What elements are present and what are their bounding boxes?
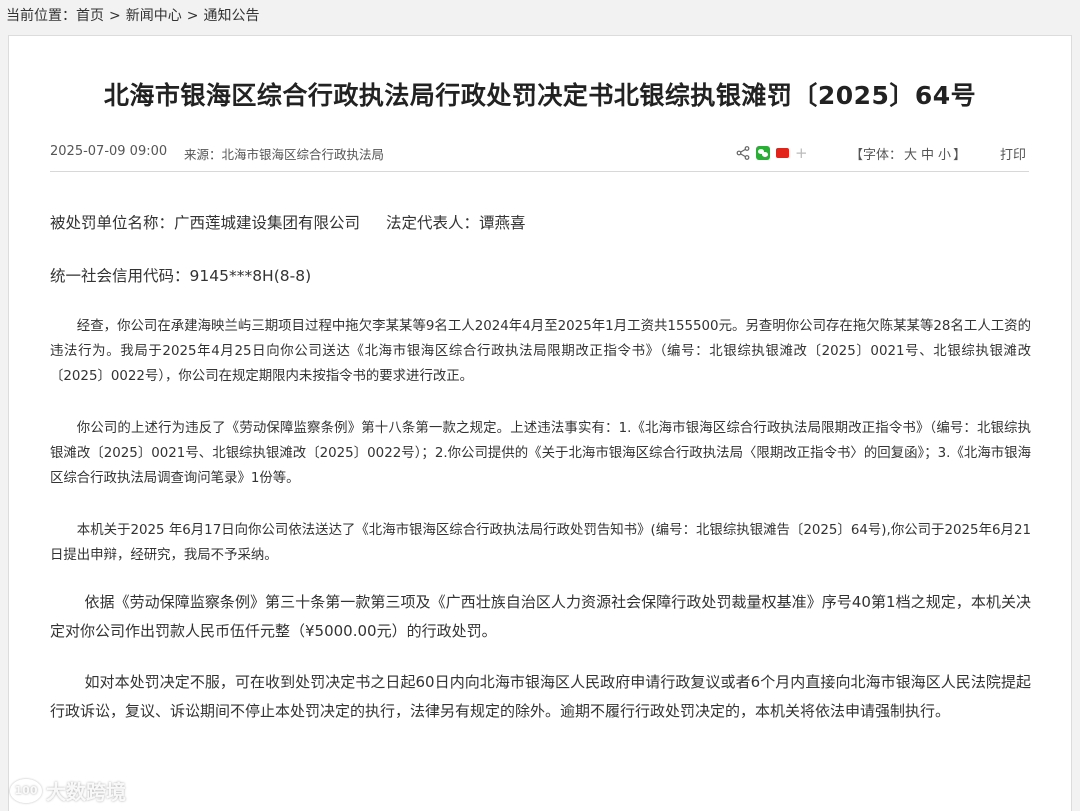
weibo-icon[interactable]	[776, 148, 789, 158]
font-size-large-button[interactable]: 大	[904, 148, 917, 163]
paragraph-decision: 依据《劳动保障监察条例》第三十条第一款第三项及《广西壮族自治区人力资源社会保障行…	[50, 593, 1031, 640]
font-size-prefix: 【字体：	[850, 148, 903, 163]
credit-code: 统一社会信用代码：9145***8H(8-8)	[50, 267, 312, 285]
font-size-suffix: 】	[953, 148, 967, 163]
paragraph-findings: 经查，你公司在承建海映兰屿三期项目过程中拖欠李某某等9名工人2024年4月至20…	[50, 319, 1031, 384]
paragraph-notice: 本机关于2025 年6月17日向你公司依法送达了《北海市银海区综合行政执法局行政…	[50, 523, 1031, 563]
article-body: 被处罚单位名称：广西莲城建设集团有限公司 法定代表人：谭燕喜 统一社会信用代码：9…	[50, 208, 1031, 726]
print-button[interactable]: 打印	[1000, 144, 1026, 163]
breadcrumb-home-link[interactable]: 首页	[76, 8, 104, 24]
breadcrumb-separator: >	[186, 8, 199, 24]
share-toolbar: +	[736, 144, 808, 162]
article-meta-bar: 2025-07-09 09:00 来源：北海市银海区综合行政执法局 + 【字体：…	[50, 142, 1029, 172]
article-title: 北海市银海区综合行政执法局行政处罚决定书北银综执银滩罚〔2025〕64号	[103, 81, 977, 110]
font-size-small-button[interactable]: 小	[938, 148, 951, 163]
plus-icon[interactable]: +	[795, 146, 808, 161]
breadcrumb-news-link[interactable]: 新闻中心	[126, 8, 182, 24]
breadcrumb: 当前位置：首页 > 新闻中心 > 通知公告	[6, 6, 259, 26]
watermark-logo-icon: 100	[10, 778, 42, 803]
article-source: 来源：北海市银海区综合行政执法局	[184, 147, 385, 162]
paragraph-violation: 你公司的上述行为违反了《劳动保障监察条例》第十八条第一款之规定。上述违法事实有：…	[50, 421, 1031, 486]
penalized-party: 被处罚单位名称：广西莲城建设集团有限公司	[50, 214, 361, 232]
breadcrumb-prefix: 当前位置：	[6, 8, 76, 24]
font-size-medium-button[interactable]: 中	[921, 148, 934, 163]
paragraph-remedy: 如对本处罚决定不服，可在收到处罚决定书之日起60日内向北海市银海区人民政府申请行…	[50, 673, 1031, 720]
font-size-selector: 【字体：大中小】	[850, 144, 966, 163]
share-icon[interactable]	[736, 146, 750, 160]
legal-representative: 法定代表人：谭燕喜	[386, 214, 526, 232]
penalized-party-line: 被处罚单位名称：广西莲城建设集团有限公司 法定代表人：谭燕喜	[50, 208, 1031, 238]
publish-date: 2025-07-09 09:00	[50, 144, 168, 159]
breadcrumb-separator: >	[109, 8, 121, 24]
watermark-text: 大数跨境	[46, 780, 126, 804]
watermark: 100 大数跨境	[10, 776, 126, 805]
wechat-icon[interactable]	[756, 146, 770, 160]
breadcrumb-notice-link[interactable]: 通知公告	[203, 8, 259, 24]
article-container: 北海市银海区综合行政执法局行政处罚决定书北银综执银滩罚〔2025〕64号 202…	[8, 35, 1072, 811]
